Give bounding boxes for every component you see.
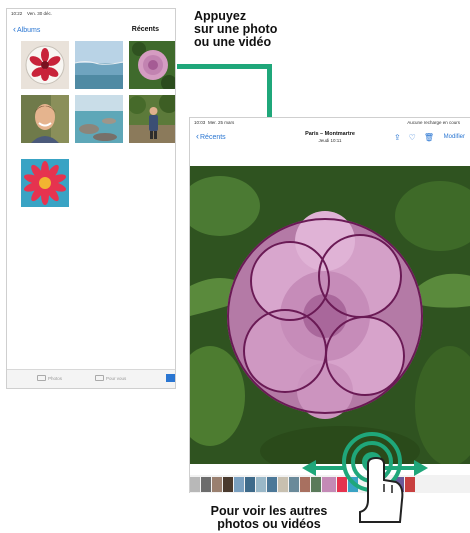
thumb-carnation[interactable]: [129, 41, 175, 89]
thumb-strawberry[interactable]: [21, 41, 69, 89]
tap-instruction: Appuyez sur une photo ou une vidéo: [194, 10, 314, 49]
thumb-sea[interactable]: [75, 41, 123, 89]
heart-icon[interactable]: ♡: [409, 133, 416, 142]
thumb-beach-rocks[interactable]: [75, 95, 123, 143]
status-battery-text: Aucune recharge en cours: [407, 120, 460, 125]
album-grid-screen: 10:22 Ven. 30 déc. ‹Albums Récents Photo…: [6, 8, 176, 389]
tab-label: Pour vous: [106, 375, 127, 381]
tab-label: Photos: [48, 375, 63, 381]
nav-bar: ‹Récents Paris – Montmartre Jeudi 10:11 …: [190, 128, 470, 152]
photos-icon: [37, 375, 46, 381]
tab-albums-icon[interactable]: [166, 374, 175, 382]
swipe-instruction: Pour voir les autres photos ou vidéos: [194, 505, 344, 531]
tab-bar: Photos Pour vous: [7, 369, 175, 388]
swipe-line-2: photos ou vidéos: [217, 517, 321, 531]
back-label: Albums: [17, 27, 41, 34]
thumb-red-flower[interactable]: [21, 159, 69, 207]
status-time: 10:03: [194, 120, 206, 125]
nav-bar: ‹Albums Récents: [7, 20, 175, 40]
tap-hand-icon: [342, 432, 404, 523]
tab-photos[interactable]: Photos: [37, 375, 62, 381]
photo-viewer-screen: 10:03 Mer. 25 mars Aucune recharge en co…: [189, 117, 470, 493]
edit-button[interactable]: Modifier: [444, 134, 465, 140]
status-bar: 10:22 Ven. 30 déc.: [7, 9, 175, 18]
share-icon[interactable]: ⇪: [394, 133, 401, 142]
status-bar: 10:03 Mer. 25 mars Aucune recharge en co…: [190, 118, 470, 127]
status-time: 10:22: [11, 11, 23, 16]
full-photo-carnation[interactable]: [190, 166, 470, 464]
back-button-albums[interactable]: ‹Albums: [13, 24, 41, 35]
tap-line-3: ou une vidéo: [194, 35, 272, 49]
thumb-hiker[interactable]: [129, 95, 175, 143]
status-date: Mer. 25 mars: [208, 120, 235, 125]
trash-icon[interactable]: 🗑: [424, 133, 434, 142]
thumb-portrait[interactable]: [21, 95, 69, 143]
for-you-icon: [95, 375, 104, 381]
chevron-left-icon: ‹: [13, 24, 16, 34]
tab-for-you[interactable]: Pour vous: [95, 375, 126, 381]
status-date: Ven. 30 déc.: [27, 11, 53, 16]
page-title: Récents: [131, 26, 159, 33]
